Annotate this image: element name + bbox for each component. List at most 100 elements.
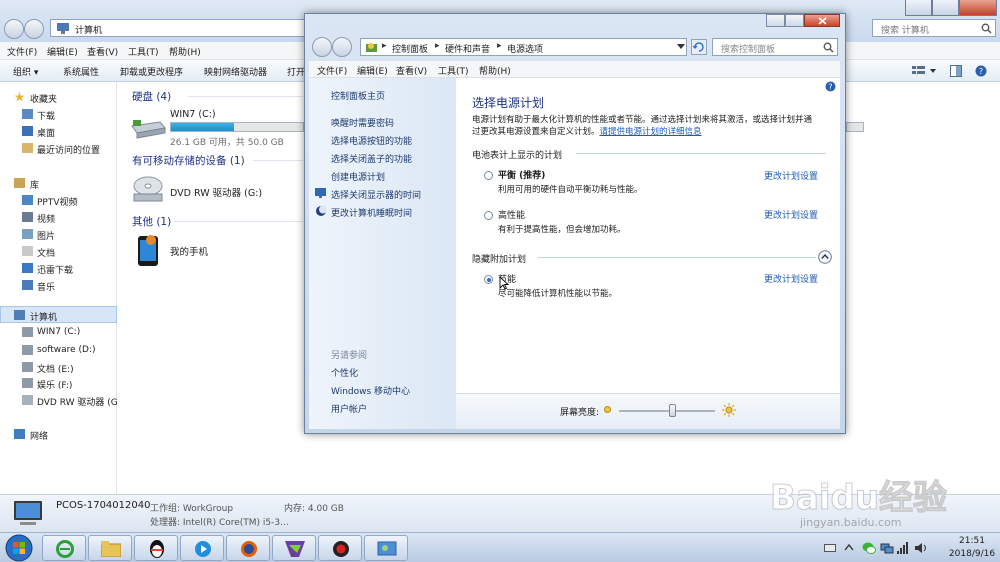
group-hard-disks[interactable]: 硬盘 (4) — [132, 89, 171, 104]
taskbar-pptv-button[interactable] — [180, 535, 224, 561]
link-require-password[interactable]: 唤醒时需要密码 — [331, 116, 394, 129]
link-create-plan[interactable]: 创建电源计划 — [331, 170, 385, 183]
cp-close-button[interactable] — [804, 14, 840, 27]
breadcrumb-hardware-sound[interactable]: 硬件和声音 — [445, 42, 490, 55]
taskbar-control-panel-button[interactable] — [364, 535, 408, 561]
plan-high-perf-change-link[interactable]: 更改计划设置 — [764, 208, 818, 221]
menu-help[interactable]: 帮助(H) — [169, 45, 201, 58]
section-hidden-plans[interactable]: 隐藏附加计划 — [472, 252, 526, 265]
plan-balanced-change-link[interactable]: 更改计划设置 — [764, 169, 818, 182]
chevron-down-icon[interactable] — [677, 44, 685, 50]
cp-address-bar[interactable]: ▸ 控制面板 ▸ 硬件和声音 ▸ 电源选项 — [360, 38, 687, 56]
nav-network[interactable]: 网络 — [30, 429, 48, 442]
plan-high-perf-radio[interactable] — [484, 211, 493, 220]
cp-menu-tools[interactable]: 工具(T) — [438, 64, 469, 77]
nav-videos[interactable]: 视频 — [37, 212, 55, 225]
clock-date[interactable]: 2018/9/16 — [944, 549, 1000, 559]
close-button[interactable] — [959, 0, 997, 16]
explorer-address-bar[interactable]: 计算机 — [50, 19, 305, 37]
open-button[interactable]: 打开 — [287, 65, 305, 78]
nav-libraries[interactable]: 库 — [30, 178, 39, 191]
taskbar-recorder-button[interactable] — [318, 535, 362, 561]
nav-pictures[interactable]: 图片 — [37, 229, 55, 242]
maximize-button[interactable] — [932, 0, 959, 16]
signal-bars-icon[interactable] — [897, 540, 911, 555]
phone-name[interactable]: 我的手机 — [170, 244, 208, 258]
cp-search-input[interactable]: 搜索控制面板 — [712, 38, 838, 56]
nav-drive-c[interactable]: WIN7 (C:) — [37, 327, 80, 337]
plan-power-saver-change-link[interactable]: 更改计划设置 — [764, 272, 818, 285]
cp-forward-button[interactable] — [332, 37, 352, 57]
show-hidden-icons-chevron-icon[interactable] — [844, 542, 854, 554]
link-user-accounts[interactable]: 用户帐户 — [331, 402, 367, 415]
taskbar-explorer-button[interactable] — [88, 535, 132, 561]
cp-minimize-button[interactable] — [766, 14, 785, 27]
menu-file[interactable]: 文件(F) — [7, 45, 37, 58]
help-icon[interactable]: ? — [975, 65, 987, 77]
drive-c-name[interactable]: WIN7 (C:) — [170, 109, 216, 120]
refresh-icon[interactable] — [691, 39, 707, 55]
link-power-buttons[interactable]: 选择电源按钮的功能 — [331, 134, 412, 147]
nav-drive-e[interactable]: 文档 (E:) — [37, 362, 74, 375]
clock-time[interactable]: 21:51 — [944, 536, 1000, 546]
dvd-drive-name[interactable]: DVD RW 驱动器 (G:) — [170, 185, 262, 199]
start-button-icon[interactable] — [4, 534, 34, 562]
group-removable[interactable]: 有可移动存储的设备 (1) — [132, 153, 245, 168]
nav-drive-g[interactable]: DVD RW 驱动器 (G — [37, 395, 117, 408]
plan-high-perf-name[interactable]: 高性能 — [498, 208, 525, 221]
link-display-off[interactable]: 选择关闭显示器的时间 — [331, 188, 421, 201]
plan-power-saver-radio[interactable] — [484, 275, 493, 284]
collapse-chevron-up-icon[interactable] — [818, 250, 832, 264]
nav-recent[interactable]: 最近访问的位置 — [37, 143, 100, 156]
forward-button[interactable] — [24, 19, 44, 39]
link-lid-close[interactable]: 选择关闭盖子的功能 — [331, 152, 412, 165]
menu-view[interactable]: 查看(V) — [87, 45, 118, 58]
nav-drive-f[interactable]: 娱乐 (F:) — [37, 378, 72, 391]
organize-button[interactable]: 组织 ▾ — [13, 65, 38, 78]
breadcrumb-power-options[interactable]: 电源选项 — [507, 42, 543, 55]
cp-menu-view[interactable]: 查看(V) — [396, 64, 427, 77]
nav-drive-d[interactable]: software (D:) — [37, 345, 96, 355]
taskbar-qq-button[interactable] — [134, 535, 178, 561]
uninstall-program-button[interactable]: 卸载或更改程序 — [120, 65, 183, 78]
explorer-search-input[interactable]: 搜索 计算机 — [872, 19, 996, 37]
menu-edit[interactable]: 编辑(E) — [47, 45, 78, 58]
minimize-button[interactable] — [905, 0, 932, 16]
group-other[interactable]: 其他 (1) — [132, 214, 171, 229]
help-icon[interactable]: ? — [825, 81, 836, 92]
nav-downloads[interactable]: 下载 — [37, 109, 55, 122]
network-icon[interactable] — [880, 541, 894, 555]
menu-tools[interactable]: 工具(T) — [128, 45, 159, 58]
cp-menu-file[interactable]: 文件(F) — [317, 64, 347, 77]
nav-pptv[interactable]: PPTV视频 — [37, 195, 78, 208]
plan-balanced-radio[interactable] — [484, 171, 493, 180]
wechat-icon[interactable] — [862, 541, 876, 555]
nav-music[interactable]: 音乐 — [37, 280, 55, 293]
link-control-panel-home[interactable]: 控制面板主页 — [331, 89, 385, 102]
map-network-drive-button[interactable]: 映射网络驱动器 — [204, 65, 267, 78]
keyboard-icon[interactable] — [824, 542, 836, 554]
cp-maximize-button[interactable] — [785, 14, 804, 27]
taskbar-ie-button[interactable] — [42, 535, 86, 561]
nav-computer[interactable]: 计算机 — [30, 310, 57, 323]
cp-menu-edit[interactable]: 编辑(E) — [357, 64, 388, 77]
brightness-slider-thumb[interactable] — [668, 404, 676, 417]
system-properties-button[interactable]: 系统属性 — [63, 65, 99, 78]
volume-icon[interactable] — [914, 541, 928, 555]
taskbar-firefox-button[interactable] — [226, 535, 270, 561]
brightness-slider-track[interactable] — [619, 410, 715, 412]
nav-favorites[interactable]: 收藏夹 — [30, 92, 57, 105]
link-mobility-center[interactable]: Windows 移动中心 — [331, 384, 410, 397]
breadcrumb-control-panel[interactable]: 控制面板 — [392, 42, 428, 55]
link-personalization[interactable]: 个性化 — [331, 366, 358, 379]
nav-thunder[interactable]: 迅雷下载 — [37, 263, 73, 276]
preview-pane-icon[interactable] — [950, 65, 962, 77]
cp-menu-help[interactable]: 帮助(H) — [479, 64, 511, 77]
cp-back-button[interactable] — [312, 37, 332, 57]
link-sleep-time[interactable]: 更改计算机睡眠时间 — [331, 206, 412, 219]
nav-desktop[interactable]: 桌面 — [37, 126, 55, 139]
view-options-icon[interactable] — [912, 65, 938, 77]
nav-documents[interactable]: 文档 — [37, 246, 55, 259]
taskbar-green-app-button[interactable] — [272, 535, 316, 561]
plan-balanced-name[interactable]: 平衡 (推荐) — [498, 168, 545, 181]
